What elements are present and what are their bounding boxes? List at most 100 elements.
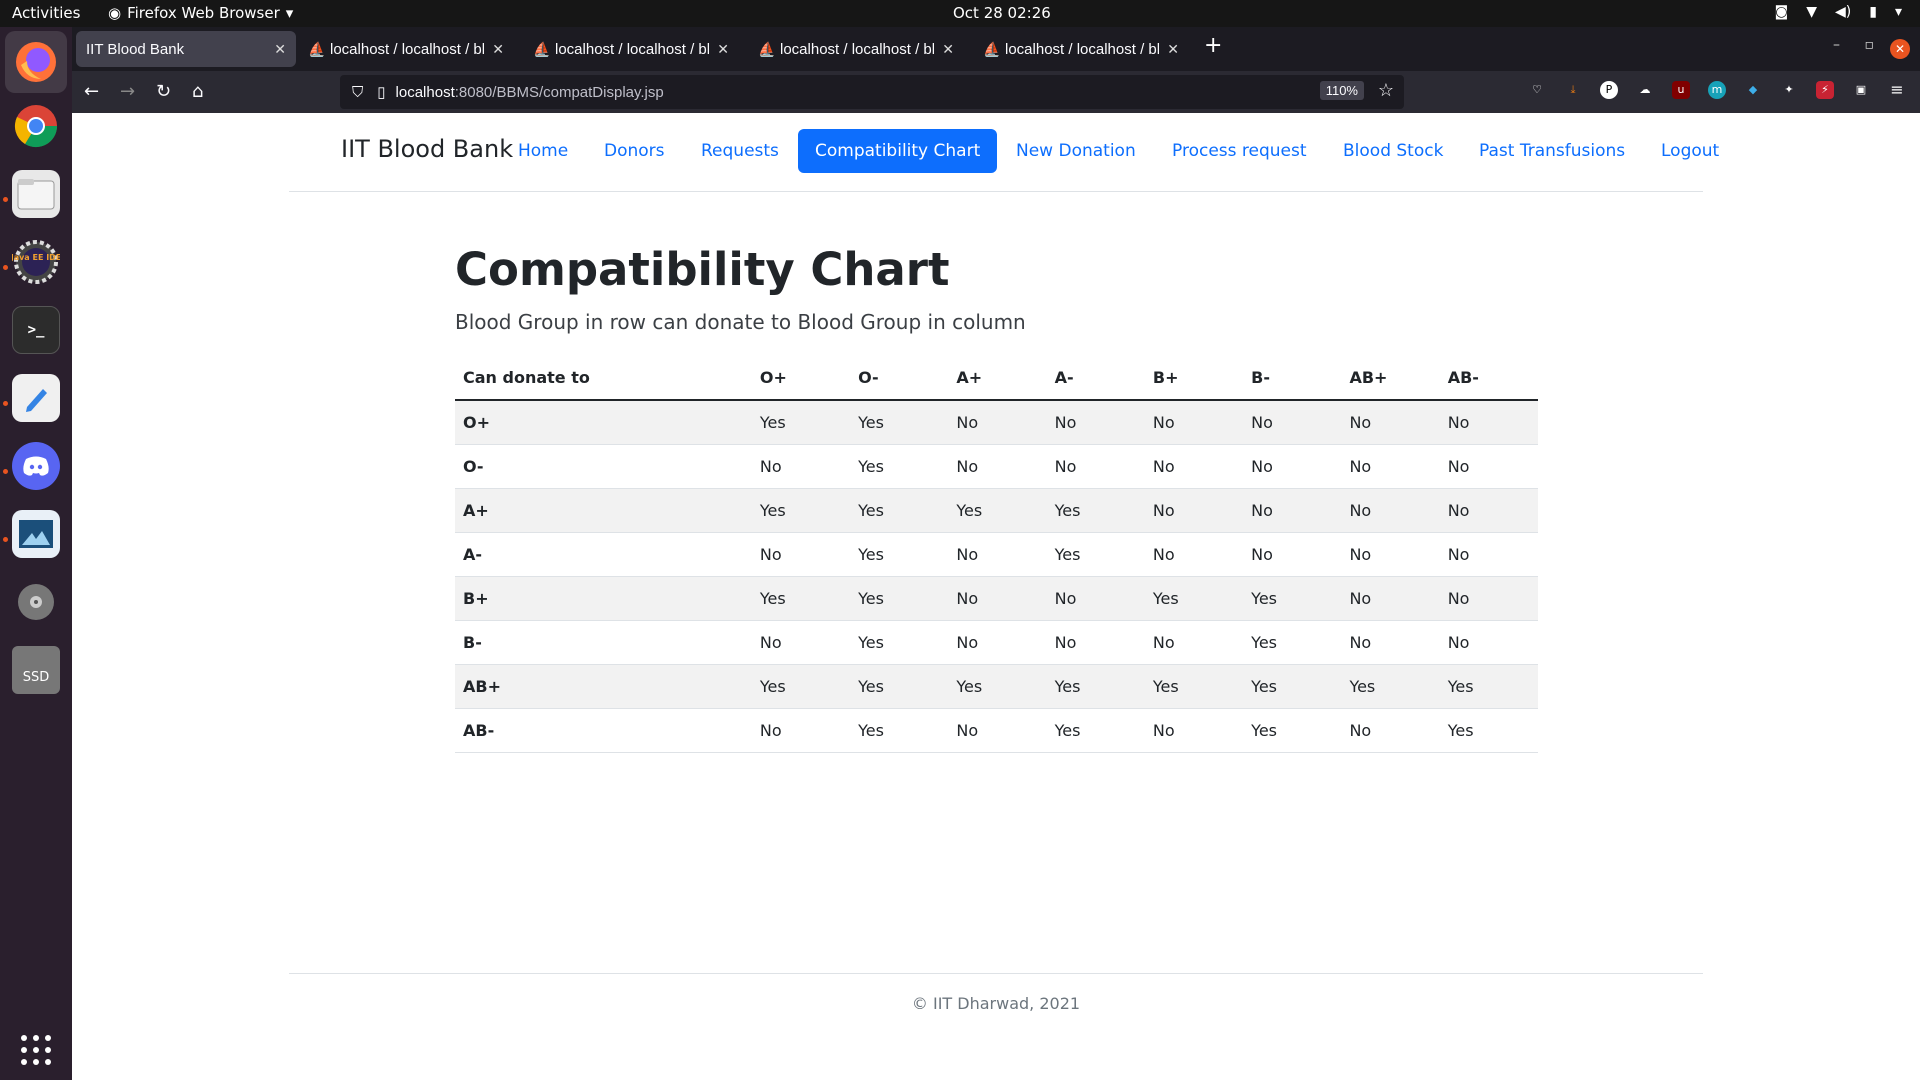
extension-drop-icon[interactable]: ◆	[1744, 81, 1762, 99]
table-cell: No	[1046, 444, 1145, 489]
nav-home[interactable]: Home	[501, 129, 585, 173]
nav-logout[interactable]: Logout	[1644, 129, 1736, 173]
close-icon[interactable]: ✕	[274, 41, 286, 58]
table-cell: Yes	[751, 576, 851, 621]
disc-icon[interactable]	[12, 578, 60, 626]
extension-p-icon[interactable]: P	[1600, 81, 1618, 99]
table-cell: No	[948, 576, 1047, 621]
volume-icon[interactable]: ◀)	[1835, 4, 1851, 20]
new-tab-button[interactable]: +	[1204, 33, 1222, 58]
home-button[interactable]: ⌂	[192, 81, 203, 102]
restore-button[interactable]: ▫	[1865, 37, 1875, 53]
table-cell: No	[751, 620, 851, 665]
close-icon[interactable]: ✕	[717, 41, 729, 58]
extension-m-icon[interactable]: m	[1708, 81, 1726, 99]
table-cell: Yes	[948, 664, 1047, 709]
terminal-icon[interactable]: >_	[12, 306, 60, 354]
nav-donors[interactable]: Donors	[587, 129, 682, 173]
table-cell: No	[1144, 488, 1244, 533]
nav-blood-stock[interactable]: Blood Stock	[1326, 129, 1460, 173]
table-header-cell: AB-	[1439, 356, 1538, 401]
clock[interactable]: Oct 28 02:26	[953, 4, 1051, 22]
java-ee-ide-icon[interactable]: Java EE IDE	[12, 238, 60, 286]
table-row: A+ Yes Yes Yes Yes No No No No	[455, 488, 1538, 533]
table-cell: No	[1144, 532, 1244, 577]
running-indicator	[3, 265, 8, 270]
extension-red-icon[interactable]: ⚡	[1816, 81, 1834, 99]
row-blood-group: B-	[455, 620, 752, 665]
tab-localhost[interactable]: ⛵ localhost / localhost / blo ✕	[523, 31, 739, 67]
table-cell: Yes	[1243, 708, 1342, 753]
row-blood-group: AB+	[455, 664, 752, 709]
system-tray[interactable]: ◙ ▼ ◀) ▮ ▾	[1775, 4, 1902, 20]
extension-bird-icon[interactable]: ✦	[1780, 81, 1798, 99]
nav-process-request[interactable]: Process request	[1155, 129, 1324, 173]
shield-icon[interactable]: ⛉	[352, 84, 363, 101]
discord-tray-icon[interactable]: ◙	[1775, 4, 1789, 20]
row-blood-group: A+	[455, 488, 752, 533]
back-button[interactable]: ←	[84, 81, 99, 102]
minimize-button[interactable]: –	[1833, 37, 1840, 53]
forward-button[interactable]: →	[120, 81, 135, 102]
firefox-icon[interactable]	[5, 31, 67, 93]
table-cell: Yes	[1046, 488, 1145, 533]
table-cell: No	[1144, 400, 1244, 445]
nav-new-donation[interactable]: New Donation	[999, 129, 1153, 173]
table-cell: No	[1341, 488, 1440, 533]
table-cell: Yes	[751, 400, 851, 445]
page-icon: ▯	[377, 84, 386, 101]
footer-text: © IIT Dharwad, 2021	[911, 994, 1081, 1013]
close-window-button[interactable]: ✕	[1890, 39, 1910, 59]
table-cell: No	[1243, 400, 1342, 445]
zoom-level[interactable]: 110%	[1319, 81, 1364, 100]
table-cell: Yes	[850, 488, 949, 533]
compatibility-table: Can donate to O+ O- A+ A- B+ B- AB+ AB- O+ Yes Yes…	[455, 356, 1538, 753]
chevron-down-icon[interactable]: ▾	[1895, 4, 1902, 20]
table-header-cell: A-	[1046, 356, 1145, 401]
discord-icon[interactable]	[12, 442, 60, 490]
close-icon[interactable]: ✕	[1167, 41, 1179, 58]
text-editor-icon[interactable]	[12, 374, 60, 422]
url-bar[interactable]: ⛉ ▯ localhost:8080/BBMS/compatDisplay.js…	[340, 75, 1404, 109]
app-grid-icon[interactable]	[12, 1026, 60, 1074]
battery-icon[interactable]: ▮	[1869, 4, 1877, 20]
close-icon[interactable]: ✕	[492, 41, 504, 58]
site-brand[interactable]: IIT Blood Bank	[341, 135, 513, 163]
extension-cloud-icon[interactable]: ☁	[1636, 81, 1654, 99]
table-cell: Yes	[948, 488, 1047, 533]
table-cell: No	[1046, 576, 1145, 621]
activities-button[interactable]: Activities	[12, 4, 80, 22]
table-cell: No	[948, 620, 1047, 665]
nav-requests[interactable]: Requests	[684, 129, 796, 173]
tab-localhost[interactable]: ⛵ localhost / localhost / blo ✕	[748, 31, 964, 67]
table-cell: Yes	[1046, 664, 1145, 709]
web-page: IIT Blood Bank Home Donors Requests Comp…	[72, 113, 1920, 1080]
ublock-icon[interactable]: u	[1672, 81, 1690, 99]
bookmark-star-icon[interactable]: ☆	[1378, 80, 1394, 101]
tab-localhost[interactable]: ⛵ localhost / localhost / blo ✕	[298, 31, 514, 67]
extensions-icon[interactable]: ▣	[1852, 81, 1870, 99]
nav-compatibility-chart[interactable]: Compatibility Chart	[798, 129, 998, 173]
browser-window: IIT Blood Bank ✕ ⛵ localhost / localhost…	[72, 27, 1920, 1080]
table-body: O+ Yes Yes No No No No No No O- No Yes No No No No No No A…	[455, 400, 1538, 753]
ssd-icon[interactable]: SSD	[12, 646, 60, 694]
tab-localhost[interactable]: ⛵ localhost / localhost / blo ✕	[973, 31, 1189, 67]
table-row: O+ Yes Yes No No No No No No	[455, 400, 1538, 445]
tab-iit-blood-bank[interactable]: IIT Blood Bank ✕	[76, 31, 296, 67]
hamburger-menu-icon[interactable]: ≡	[1888, 81, 1906, 99]
nav-past-transfusions[interactable]: Past Transfusions	[1462, 129, 1642, 173]
pocket-icon[interactable]: ♡	[1528, 81, 1546, 99]
page-title: Compatibility Chart	[455, 243, 950, 296]
site-footer: © IIT Dharwad, 2021	[289, 973, 1703, 1013]
close-icon[interactable]: ✕	[942, 41, 954, 58]
files-icon[interactable]	[12, 170, 60, 218]
app-menu[interactable]: ◉ Firefox Web Browser ▾	[108, 4, 293, 22]
download-icon[interactable]: ⤓	[1564, 81, 1582, 99]
image-viewer-icon[interactable]	[12, 510, 60, 558]
table-row: AB+ Yes Yes Yes Yes Yes Yes Yes Yes	[455, 664, 1538, 709]
chrome-icon[interactable]	[12, 102, 60, 150]
row-blood-group: A-	[455, 532, 752, 577]
wifi-icon[interactable]: ▼	[1806, 4, 1817, 20]
table-cell: No	[1439, 532, 1538, 577]
reload-button[interactable]: ↻	[156, 81, 171, 102]
